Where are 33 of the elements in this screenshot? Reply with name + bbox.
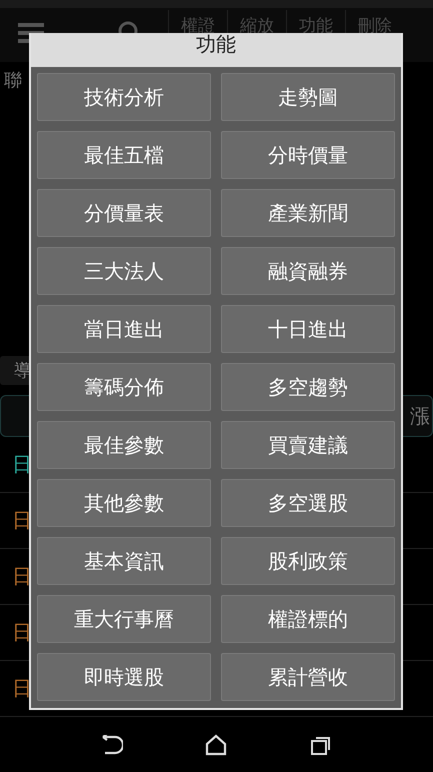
function-button[interactable]: 最佳參數 [37,421,211,469]
function-button[interactable]: 融資融券 [221,247,395,295]
function-button[interactable]: 最佳五檔 [37,131,211,179]
function-button[interactable]: 分時價量 [221,131,395,179]
side-label: 聯 [4,69,23,92]
row-label[interactable]: 日 [0,507,32,534]
function-button[interactable]: 其他參數 [37,479,211,527]
function-button[interactable]: 當日進出 [37,305,211,353]
function-button[interactable]: 分價量表 [37,189,211,237]
function-button[interactable]: 籌碼分佈 [37,363,211,411]
function-button[interactable]: 三大法人 [37,247,211,295]
row-label[interactable]: 日 [0,675,32,702]
function-button[interactable]: 技術分析 [37,73,211,121]
function-button[interactable]: 重大行事曆 [37,595,211,643]
function-button[interactable]: 走勢圖 [221,73,395,121]
back-icon[interactable] [101,734,124,755]
function-button[interactable]: 十日進出 [221,305,395,353]
dialog-title: 功能 [31,33,401,67]
function-button[interactable]: 即時選股 [37,653,211,701]
function-button[interactable]: 權證標的 [221,595,395,643]
function-button[interactable]: 累計營收 [221,653,395,701]
function-button[interactable]: 產業新聞 [221,189,395,237]
row-label[interactable]: 日 [0,619,32,646]
recents-icon[interactable] [310,734,332,755]
function-button[interactable]: 多空選股 [221,479,395,527]
column-header: 漲 [410,402,431,430]
home-icon[interactable] [205,734,228,756]
row-label[interactable]: 日 [0,563,32,590]
function-button[interactable]: 基本資訊 [37,537,211,585]
function-button[interactable]: 多空趨勢 [221,363,395,411]
row-label[interactable]: 日 [0,451,32,478]
function-button[interactable]: 股利政策 [221,537,395,585]
function-button[interactable]: 買賣建議 [221,421,395,469]
